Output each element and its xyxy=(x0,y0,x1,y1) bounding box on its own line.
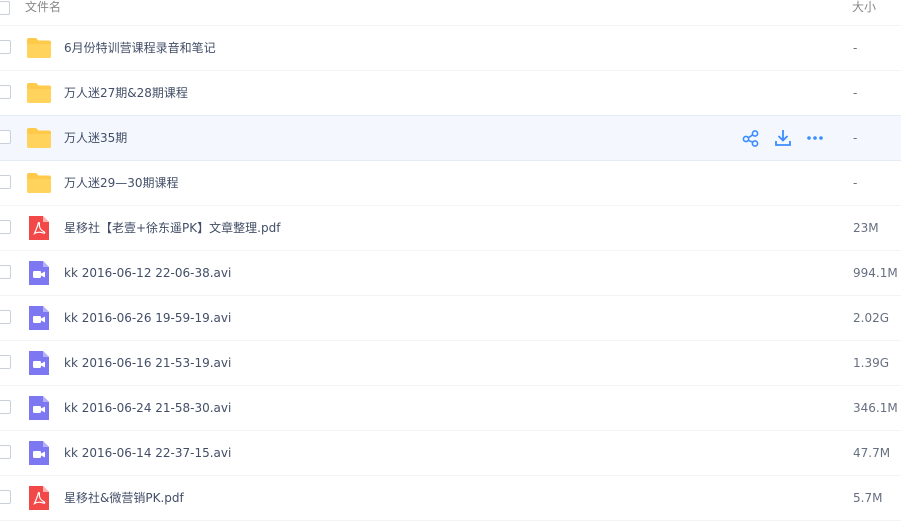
column-header-size[interactable]: 大小 xyxy=(852,0,876,14)
video-icon xyxy=(26,396,52,420)
file-name[interactable]: kk 2016-06-14 22-37-15.avi xyxy=(64,445,231,461)
row-checkbox[interactable] xyxy=(0,265,11,279)
file-row-9[interactable]: kk 2016-06-24 21-58-30.avi 346.1M xyxy=(0,386,901,431)
file-name[interactable]: 星移社&微营销PK.pdf xyxy=(64,490,184,506)
file-row-4[interactable]: 万人迷29—30期课程 - xyxy=(0,161,901,206)
file-name[interactable]: kk 2016-06-16 21-53-19.avi xyxy=(64,355,231,371)
file-size: - xyxy=(853,176,858,190)
file-list-header: 文件名 大小 xyxy=(0,0,901,26)
folder-icon xyxy=(26,171,52,195)
row-checkbox[interactable] xyxy=(0,130,11,144)
file-row-10[interactable]: kk 2016-06-14 22-37-15.avi 47.7M xyxy=(0,431,901,476)
share-icon[interactable] xyxy=(741,128,761,148)
file-row-11[interactable]: 星移社&微营销PK.pdf 5.7M xyxy=(0,476,901,521)
file-row-8[interactable]: kk 2016-06-16 21-53-19.avi 1.39G xyxy=(0,341,901,386)
file-size: 1.39G xyxy=(853,356,890,370)
row-checkbox[interactable] xyxy=(0,355,11,369)
file-name[interactable]: 6月份特训营课程录音和笔记 xyxy=(64,40,216,56)
file-size: - xyxy=(853,86,858,100)
row-checkbox[interactable] xyxy=(0,220,11,234)
file-rows: 6月份特训营课程录音和笔记 - 万人迷27期&28期课程 - 万人迷35期 - … xyxy=(0,26,901,521)
file-size: 346.1M xyxy=(853,401,898,415)
video-icon xyxy=(26,351,52,375)
file-name[interactable]: kk 2016-06-24 21-58-30.avi xyxy=(64,400,231,416)
row-checkbox[interactable] xyxy=(0,40,11,54)
file-row-5[interactable]: 星移社【老壹+徐东遥PK】文章整理.pdf 23M xyxy=(0,206,901,251)
file-name[interactable]: 万人迷29—30期课程 xyxy=(64,175,179,191)
row-checkbox[interactable] xyxy=(0,310,11,324)
select-all-checkbox[interactable] xyxy=(0,1,10,15)
video-icon xyxy=(26,261,52,285)
file-size: 47.7M xyxy=(853,446,891,460)
file-size: 994.1M xyxy=(853,266,898,280)
file-row-2[interactable]: 万人迷27期&28期课程 - xyxy=(0,71,901,116)
file-row-1[interactable]: 6月份特训营课程录音和笔记 - xyxy=(0,26,901,71)
row-checkbox[interactable] xyxy=(0,490,11,504)
file-name[interactable]: 万人迷27期&28期课程 xyxy=(64,85,188,101)
file-name[interactable]: kk 2016-06-12 22-06-38.avi xyxy=(64,265,231,281)
file-size: 5.7M xyxy=(853,491,883,505)
row-checkbox[interactable] xyxy=(0,175,11,189)
file-size: - xyxy=(853,131,858,145)
folder-icon xyxy=(26,126,52,150)
pdf-icon xyxy=(26,216,52,240)
file-name[interactable]: kk 2016-06-26 19-59-19.avi xyxy=(64,310,231,326)
video-icon xyxy=(26,441,52,465)
folder-icon xyxy=(26,36,52,60)
column-header-name[interactable]: 文件名 xyxy=(25,0,61,14)
file-name[interactable]: 星移社【老壹+徐东遥PK】文章整理.pdf xyxy=(64,220,280,236)
file-name[interactable]: 万人迷35期 xyxy=(64,130,127,146)
row-checkbox[interactable] xyxy=(0,400,11,414)
more-icon[interactable] xyxy=(805,128,825,148)
file-row-6[interactable]: kk 2016-06-12 22-06-38.avi 994.1M xyxy=(0,251,901,296)
pdf-icon xyxy=(26,486,52,510)
video-icon xyxy=(26,306,52,330)
download-icon[interactable] xyxy=(773,128,793,148)
file-size: - xyxy=(853,41,858,55)
file-row-3[interactable]: 万人迷35期 - xyxy=(0,115,901,161)
file-list: 文件名 大小 6月份特训营课程录音和笔记 - 万人迷27期&28期课程 - 万人… xyxy=(0,0,901,523)
file-row-7[interactable]: kk 2016-06-26 19-59-19.avi 2.02G xyxy=(0,296,901,341)
file-size: 2.02G xyxy=(853,311,890,325)
folder-icon xyxy=(26,81,52,105)
file-size: 23M xyxy=(853,221,879,235)
row-checkbox[interactable] xyxy=(0,85,11,99)
row-checkbox[interactable] xyxy=(0,445,11,459)
